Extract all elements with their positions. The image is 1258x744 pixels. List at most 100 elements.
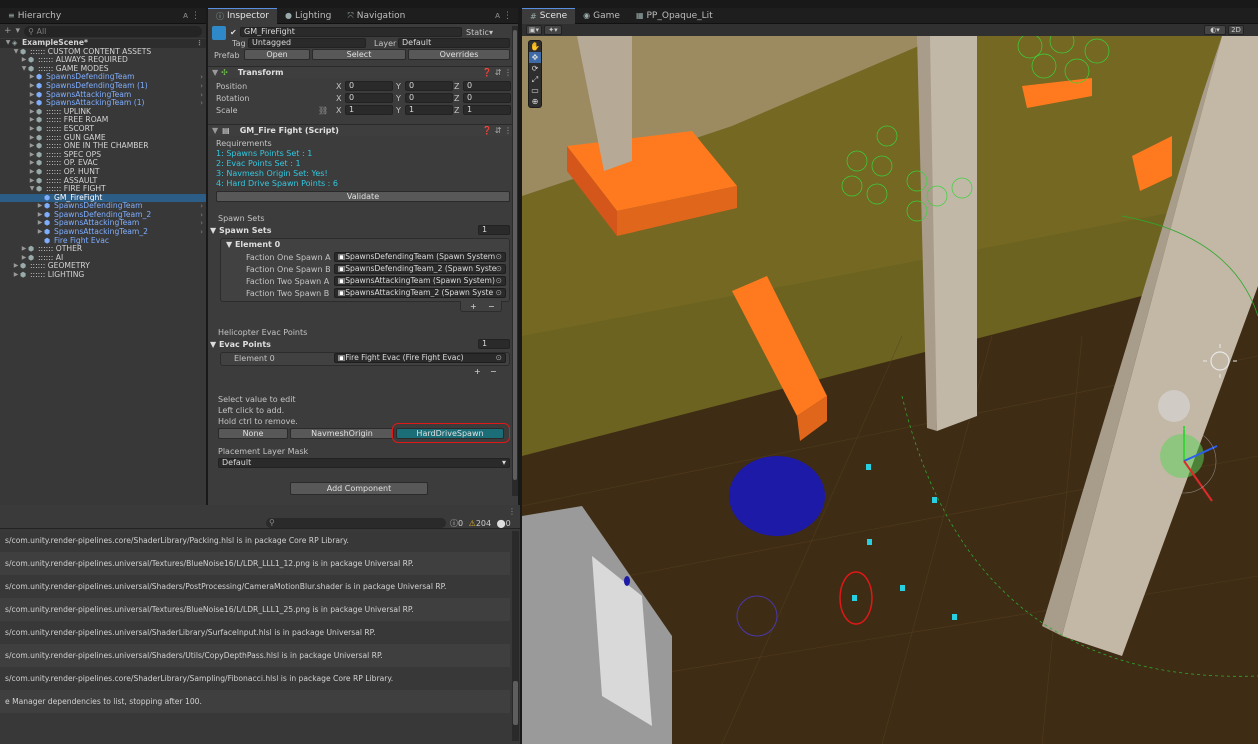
warning-count-icon[interactable]: ⚠ [469,519,476,528]
console-scrollbar[interactable] [512,531,519,741]
evac-points-foldout[interactable]: ▼ Evac Points [210,340,271,349]
object-picker-icon[interactable]: ⊙ [496,253,502,261]
add-object-button[interactable]: + [4,26,12,36]
collapsed-arrow-icon[interactable]: ▶ [28,91,36,100]
validate-button[interactable]: Validate [216,191,510,202]
hierarchy-item[interactable]: ⬢ Fire Fight Evac [0,236,206,246]
placement-layer-dropdown[interactable]: Default ▾ [218,458,510,468]
error-count-icon[interactable]: ⬤ [497,519,506,528]
collapsed-arrow-icon[interactable]: ▶ [28,177,36,186]
active-checkbox[interactable]: ✔ [230,28,237,37]
prefab-open-chevron-icon[interactable]: › [200,99,203,108]
hierarchy-item[interactable]: ▶ ⬢:::::: FREE ROAM [0,116,206,125]
prefab-open-chevron-icon[interactable]: › [200,73,203,82]
prefab-open-chevron-icon[interactable]: › [200,228,203,237]
mode-none-button[interactable]: None [218,428,288,439]
prefab-open-chevron-icon[interactable]: › [200,202,203,211]
collapsed-arrow-icon[interactable]: ▶ [28,134,36,143]
position-z-field[interactable]: 0 [463,81,511,91]
position-y-axis-label[interactable]: Y [396,82,401,91]
gizmo-toggle-button[interactable]: ✦▾ [544,25,562,35]
collapsed-arrow-icon[interactable]: ▶ [20,254,28,263]
prefab-open-button[interactable]: Open [244,49,310,60]
mode-2d-button[interactable]: 2D [1228,25,1244,35]
position-z-axis-label[interactable]: Z [454,82,459,91]
console-search-input[interactable]: ⚲ [266,518,446,528]
move-tool-icon[interactable]: ✥ [529,52,541,63]
rotation-y-field[interactable]: 0 [405,93,453,103]
collapsed-arrow-icon[interactable]: ▶ [28,142,36,151]
scale-x-field[interactable]: 1 [345,105,393,115]
position-x-axis-label[interactable]: X [336,82,341,91]
transform-tool-icon[interactable]: ⊕ [529,96,541,107]
inspector-scrollbar[interactable] [512,26,518,496]
collapsed-arrow-icon[interactable]: ▶ [20,245,28,254]
console-log-row[interactable]: s/com.unity.render-pipelines.core/Shader… [0,529,510,552]
tab-scene[interactable]: # Scene [522,8,576,24]
rotation-z-axis-label[interactable]: Z [454,94,459,103]
scale-x-axis-label[interactable]: X [336,106,341,115]
component-menu-icon[interactable]: ❓ ⇵ ⋮ [482,126,512,135]
console-menu-icon[interactable]: ⋮ [508,507,516,516]
tab-inspector[interactable]: ⓘ Inspector [208,8,277,24]
hierarchy-item[interactable]: ▶ ⬢:::::: OTHER [0,245,206,254]
inspector-scroll-thumb[interactable] [513,30,517,480]
expanded-arrow-icon[interactable]: ▼ [12,48,20,57]
collapsed-arrow-icon[interactable]: ▶ [28,82,36,91]
element0-foldout[interactable]: ▼ Element 0 [226,240,280,249]
collapsed-arrow-icon[interactable]: ▶ [36,202,44,211]
console-log-row[interactable]: e Manager dependencies to list, stopping… [0,690,510,713]
scene-viewport[interactable] [522,36,1258,744]
camera-settings-button[interactable]: ◐▾ [1204,25,1226,35]
collapsed-arrow-icon[interactable]: ▶ [28,125,36,134]
expanded-arrow-icon[interactable]: ▼ [20,65,28,74]
collapsed-arrow-icon[interactable]: ▶ [28,73,36,82]
spawn-sets-add-button[interactable]: + [470,302,477,311]
console-log-row[interactable]: s/com.unity.render-pipelines.universal/S… [0,621,510,644]
rotation-x-field[interactable]: 0 [345,93,393,103]
collapsed-arrow-icon[interactable]: ▶ [12,271,20,280]
draw-mode-button[interactable]: ▣▾ [526,25,542,35]
rotation-y-axis-label[interactable]: Y [396,94,401,103]
faction-spawn-field[interactable]: ▣SpawnsAttackingTeam (Spawn System) ⊙ [334,276,506,286]
tab-game[interactable]: ◉ Game [575,8,628,24]
evac-remove-button[interactable]: − [490,367,497,376]
spawn-sets-foldout[interactable]: ▼ Spawn Sets [210,226,271,235]
collapsed-arrow-icon[interactable]: ▶ [28,108,36,117]
add-component-button[interactable]: Add Component [290,482,428,495]
constrain-scale-icon[interactable]: ⛓ [318,106,328,115]
lock-icon[interactable]: ᴀ ⋮ [495,11,518,21]
collapsed-arrow-icon[interactable]: ▶ [36,228,44,237]
hierarchy-item[interactable]: ▶ ⬢ SpawnsAttackingTeam (1) › [0,99,206,108]
tab-pp-opaque-lit[interactable]: ▦ PP_Opaque_Lit [628,8,721,24]
expanded-arrow-icon[interactable]: ▼ [4,39,12,48]
object-picker-icon[interactable]: ⊙ [496,354,502,362]
tab-hierarchy[interactable]: ≡ Hierarchy [0,8,69,24]
rotation-x-axis-label[interactable]: X [336,94,341,103]
collapsed-arrow-icon[interactable]: ▶ [28,99,36,108]
object-picker-icon[interactable]: ⊙ [496,277,502,285]
prefab-overrides-button[interactable]: Overrides [408,49,510,60]
scale-z-field[interactable]: 1 [463,105,511,115]
faction-spawn-field[interactable]: ▣SpawnsAttackingTeam_2 (Spawn Syste ⊙ [334,288,506,298]
info-count-icon[interactable]: ⓘ [450,519,458,528]
console-log-row[interactable]: s/com.unity.render-pipelines.universal/T… [0,552,510,575]
hierarchy-item[interactable]: ▶ ⬢:::::: ONE IN THE CHAMBER [0,142,206,151]
hierarchy-search-input[interactable]: ⚲ All [24,25,202,37]
object-picker-icon[interactable]: ⊙ [496,289,502,297]
scale-y-axis-label[interactable]: Y [396,106,401,115]
script-header[interactable]: ▼ ▤ GM_Fire Fight (Script) ❓ ⇵ ⋮ [208,124,518,136]
evac-element0-field[interactable]: ▣Fire Fight Evac (Fire Fight Evac) ⊙ [334,353,506,363]
console-log-row[interactable]: s/com.unity.render-pipelines.universal/T… [0,598,510,621]
component-menu-icon[interactable]: ❓ ⇵ ⋮ [482,68,512,77]
hand-tool-icon[interactable]: ✋ [529,41,541,52]
position-y-field[interactable]: 0 [405,81,453,91]
prefab-open-chevron-icon[interactable]: › [200,211,203,220]
hierarchy-item[interactable]: ▶ ⬢:::::: LIGHTING [0,270,206,280]
prefab-select-button[interactable]: Select [312,49,406,60]
tab-lighting[interactable]: ● Lighting [277,8,339,24]
console-log-row[interactable]: s/com.unity.render-pipelines.universal/S… [0,644,510,667]
collapsed-arrow-icon[interactable]: ▶ [36,211,44,220]
mode-navmesh-origin-button[interactable]: NavmeshOrigin [290,428,394,439]
lock-icon[interactable]: ᴀ ⋮ [183,11,206,21]
